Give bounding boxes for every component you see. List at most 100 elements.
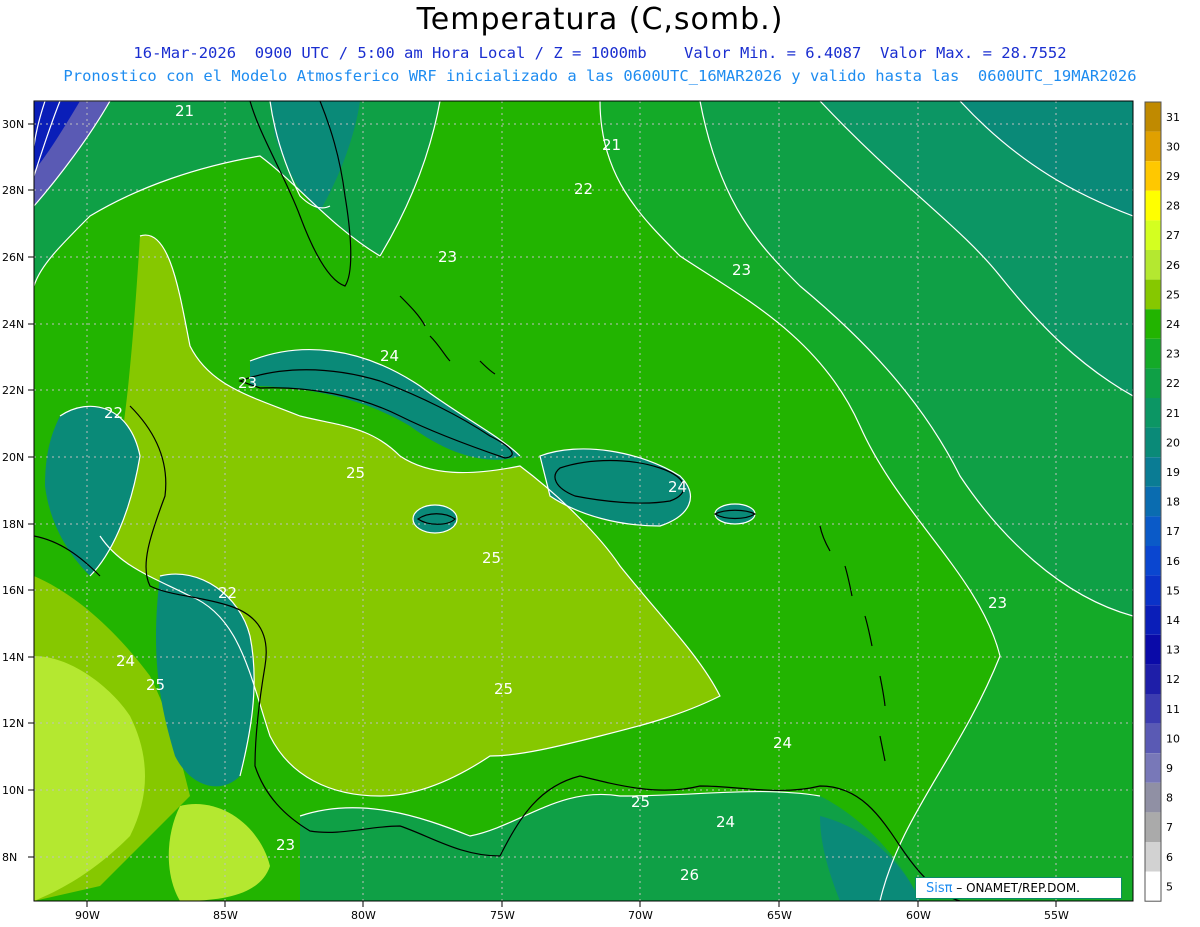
lon-label: 70W	[628, 909, 653, 922]
colorbar: 31 30 29 28 27 26 25 24 23 22 21 20 19 18 17 16 15 14 13 12…	[1144, 101, 1180, 902]
lat-label: 28N	[2, 184, 24, 197]
colorbar-tick-label: 17	[1166, 525, 1180, 538]
contour-label: 25	[482, 549, 501, 567]
lat-axis	[28, 123, 34, 858]
lon-label: 65W	[767, 909, 792, 922]
colorbar-tick-label: 18	[1166, 496, 1180, 509]
colorbar-cell	[1145, 427, 1161, 458]
colorbar-cell	[1145, 575, 1161, 606]
colorbar-tick-label: 13	[1166, 644, 1180, 657]
lat-label: 14N	[2, 651, 24, 664]
lat-label: 18N	[2, 518, 24, 531]
colorbar-tick-label: 21	[1166, 407, 1180, 420]
colorbar-tick-label: 6	[1166, 851, 1173, 864]
lon-label: 80W	[351, 909, 376, 922]
colorbar-cell	[1145, 546, 1161, 576]
colorbar-tick-label: 31	[1166, 111, 1180, 124]
contour-label: 22	[574, 180, 593, 198]
model-info-line: Pronostico con el Modelo Atmosferico WRF…	[63, 67, 1137, 85]
contour-label: 24	[773, 734, 792, 752]
contour-label: 24	[716, 813, 735, 831]
contour-label: 21	[602, 136, 621, 154]
colorbar-cell	[1145, 782, 1161, 813]
colorbar-cell	[1145, 723, 1161, 754]
contour-label: 25	[494, 680, 513, 698]
contour-label: 23	[276, 836, 295, 854]
contour-label: 24	[668, 478, 687, 496]
colorbar-cell	[1145, 102, 1161, 132]
forecast-time-line: 16-Mar-2026 0900 UTC / 5:00 am Hora Loca…	[133, 44, 1067, 62]
colorbar-cell	[1145, 486, 1161, 517]
lon-labels: 90W 85W 80W 75W 70W 65W 60W 55W	[75, 909, 1069, 922]
colorbar-tick-label: 14	[1166, 614, 1180, 627]
lat-label: 16N	[2, 584, 24, 597]
contour-label: 26	[680, 866, 699, 884]
lat-label: 20N	[2, 451, 24, 464]
colorbar-tick-label: 9	[1166, 762, 1173, 775]
colorbar-tick-label: 20	[1166, 436, 1180, 449]
colorbar-tick-label: 5	[1166, 880, 1173, 893]
colorbar-tick-label: 22	[1166, 377, 1180, 390]
map-title: Temperatura (C,somb.)	[416, 2, 784, 37]
colorbar-cell	[1145, 161, 1161, 191]
colorbar-tick-label: 7	[1166, 821, 1173, 834]
colorbar-cell	[1145, 694, 1161, 724]
contour-label: 24	[116, 652, 135, 670]
colorbar-tick-label: 28	[1166, 200, 1180, 213]
colorbar-cell	[1145, 634, 1161, 665]
colorbar-cell	[1145, 812, 1161, 842]
lon-label: 75W	[490, 909, 515, 922]
contour-label: 25	[146, 676, 165, 694]
colorbar-cell	[1145, 190, 1161, 221]
colorbar-cell	[1145, 131, 1161, 162]
contour-label: 24	[380, 347, 399, 365]
colorbar-tick-label: 11	[1166, 703, 1180, 716]
colorbar-tick-label: 27	[1166, 229, 1180, 242]
contour-label: 25	[631, 793, 650, 811]
colorbar-cell	[1145, 457, 1161, 487]
lon-label: 55W	[1044, 909, 1069, 922]
colorbar-cell	[1145, 309, 1161, 339]
colorbar-cell	[1145, 664, 1161, 694]
colorbar-tick-label: 26	[1166, 259, 1180, 272]
colorbar-cell	[1145, 398, 1161, 428]
colorbar-cell	[1145, 220, 1161, 250]
lat-label: 8N	[2, 851, 17, 864]
lon-label: 85W	[213, 909, 238, 922]
contour-label: 23	[988, 594, 1007, 612]
credit-text: – ONAMET/REP.DOM.	[952, 881, 1080, 895]
contour-label: 22	[104, 404, 123, 422]
contour-label: 22	[218, 584, 237, 602]
colorbar-tick-label: 24	[1166, 318, 1180, 331]
colorbar-tick-label: 16	[1166, 555, 1180, 568]
lat-label: 24N	[2, 318, 24, 331]
lat-label: 30N	[2, 118, 24, 131]
colorbar-cell	[1145, 516, 1161, 546]
colorbar-cell	[1145, 605, 1161, 635]
map-plot: 21 21 22 23 23 24 23 22 25 24 25 22 24 2…	[34, 101, 1133, 901]
lat-label: 26N	[2, 251, 24, 264]
lat-label: 22N	[2, 384, 24, 397]
lat-label: 12N	[2, 717, 24, 730]
contour-label: 25	[346, 464, 365, 482]
colorbar-tick-label: 23	[1166, 348, 1180, 361]
colorbar-cell	[1145, 279, 1161, 310]
contour-label: 21	[175, 102, 194, 120]
contour-label: 23	[438, 248, 457, 266]
colorbar-tick-label: 15	[1166, 584, 1180, 597]
colorbar-tick-label: 19	[1166, 466, 1180, 479]
colorbar-tick-label: 10	[1166, 732, 1180, 745]
colorbar-tick-label: 30	[1166, 140, 1180, 153]
credit-box: Sisπ – ONAMET/REP.DOM.	[915, 877, 1122, 899]
colorbar-tick-label: 25	[1166, 288, 1180, 301]
colorbar-cell	[1145, 338, 1161, 369]
lon-label: 60W	[906, 909, 931, 922]
lat-labels: 30N 28N 26N 24N 22N 20N 18N 16N 14N 12N …	[2, 118, 24, 864]
lon-axis	[86, 901, 1057, 907]
temperature-map: 21 21 22 23 23 24 23 22 25 24 25 22 24 2…	[2, 100, 1180, 922]
sispi-logo: Sisπ	[926, 881, 953, 896]
colorbar-cell	[1145, 871, 1161, 902]
contour-label: 23	[238, 374, 257, 392]
colorbar-cell	[1145, 368, 1161, 398]
colorbar-cell	[1145, 250, 1161, 280]
